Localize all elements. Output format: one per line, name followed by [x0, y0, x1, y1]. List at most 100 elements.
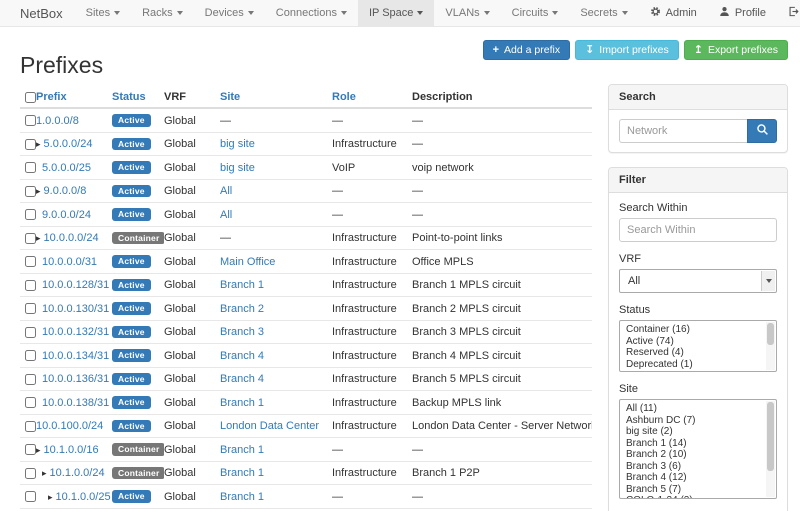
prefix-link[interactable]: 1.0.0.0/8: [36, 115, 79, 127]
prefix-link[interactable]: 9.0.0.0/24: [42, 209, 91, 221]
row-checkbox[interactable]: [25, 233, 36, 244]
nav-item-admin[interactable]: Admin: [639, 0, 708, 26]
site-link[interactable]: London Data Center: [220, 420, 319, 432]
nav-item-logout[interactable]: Log out: [777, 0, 800, 26]
row-checkbox[interactable]: [25, 374, 36, 385]
listbox-option[interactable]: Active (74): [620, 336, 776, 348]
tree-expand-icon: ▸: [36, 445, 41, 455]
prefix-link[interactable]: 10.0.0.132/31: [42, 326, 109, 338]
listbox-option[interactable]: Branch 2 (10): [620, 449, 776, 461]
site-link[interactable]: All: [220, 209, 232, 221]
add-prefix-button[interactable]: + Add a prefix: [483, 40, 570, 60]
filter-label-vrf: VRF: [619, 253, 777, 265]
nav-item-ip-space[interactable]: IP Space: [358, 0, 434, 26]
nav-item-connections[interactable]: Connections: [265, 0, 358, 26]
listbox-option[interactable]: Container (16): [620, 324, 776, 336]
listbox-option[interactable]: COLO-1-24 (2): [620, 495, 776, 499]
site-link[interactable]: Branch 1: [220, 444, 264, 456]
site-link[interactable]: Branch 4: [220, 373, 264, 385]
nav-item-secrets[interactable]: Secrets: [569, 0, 638, 26]
site-link[interactable]: Branch 1: [220, 279, 264, 291]
role-value: Infrastructure: [332, 350, 397, 362]
nav-item-vlans[interactable]: VLANs: [434, 0, 500, 26]
site-listbox[interactable]: All (11)Ashburn DC (7)big site (2)Branch…: [619, 399, 777, 499]
row-checkbox[interactable]: [25, 139, 36, 150]
vrf-select[interactable]: All: [619, 269, 777, 293]
select-all-checkbox[interactable]: [25, 92, 36, 103]
site-link[interactable]: Branch 1: [220, 491, 264, 503]
prefix-link[interactable]: 9.0.0.0/8: [44, 185, 87, 197]
prefix-link[interactable]: 10.0.0.138/31: [42, 397, 109, 409]
listbox-option[interactable]: Ashburn DC (7): [620, 415, 776, 427]
import-prefixes-button[interactable]: ↧ Import prefixes: [575, 40, 679, 60]
site-link[interactable]: Main Office: [220, 256, 275, 268]
listbox-option[interactable]: big site (2): [620, 426, 776, 438]
listbox-option[interactable]: All (11): [620, 403, 776, 415]
column-header-site[interactable]: Site: [220, 91, 240, 103]
row-checkbox[interactable]: [25, 280, 36, 291]
search-input[interactable]: [619, 119, 747, 143]
tree-expand-icon: ▸: [48, 492, 53, 502]
filter-panel-title: Filter: [609, 168, 787, 193]
export-prefixes-button[interactable]: ↥ Export prefixes: [684, 40, 788, 60]
row-checkbox[interactable]: [25, 209, 36, 220]
status-listbox[interactable]: Container (16)Active (74)Reserved (4)Dep…: [619, 320, 777, 372]
nav-item-devices[interactable]: Devices: [194, 0, 265, 26]
prefix-link[interactable]: 10.0.0.0/31: [42, 256, 97, 268]
search-within-input[interactable]: [619, 218, 777, 242]
nav-item-sites[interactable]: Sites: [75, 0, 131, 26]
status-listbox-scrollbar[interactable]: [766, 322, 775, 370]
listbox-option[interactable]: Branch 1 (14): [620, 438, 776, 450]
prefix-link[interactable]: 10.0.0.0/24: [44, 232, 99, 244]
caret-down-icon: [177, 11, 183, 15]
prefix-link[interactable]: 10.0.0.136/31: [42, 373, 109, 385]
prefix-link[interactable]: 10.1.0.0/24: [50, 467, 105, 479]
search-button[interactable]: [747, 119, 777, 143]
listbox-option[interactable]: Branch 4 (12): [620, 472, 776, 484]
row-checkbox[interactable]: [25, 491, 36, 502]
row-checkbox[interactable]: [25, 186, 36, 197]
site-listbox-scrollbar[interactable]: [766, 401, 775, 497]
prefix-link[interactable]: 5.0.0.0/25: [42, 162, 91, 174]
prefix-link[interactable]: 10.1.0.0/25: [56, 491, 111, 503]
nav-item-racks[interactable]: Racks: [131, 0, 194, 26]
row-checkbox[interactable]: [25, 256, 36, 267]
navbar-brand[interactable]: NetBox: [12, 0, 75, 26]
row-checkbox[interactable]: [25, 350, 36, 361]
listbox-option[interactable]: Reserved (4): [620, 347, 776, 359]
site-link[interactable]: Branch 2: [220, 303, 264, 315]
import-icon: ↧: [585, 45, 594, 56]
nav-item-profile[interactable]: Profile: [708, 0, 777, 26]
site-link[interactable]: Branch 1: [220, 397, 264, 409]
site-link[interactable]: Branch 1: [220, 467, 264, 479]
site-link[interactable]: Branch 4: [220, 350, 264, 362]
prefix-link[interactable]: 10.0.0.130/31: [42, 303, 109, 315]
site-link[interactable]: Branch 3: [220, 326, 264, 338]
role-value: Infrastructure: [332, 138, 397, 150]
site-link[interactable]: All: [220, 185, 232, 197]
row-checkbox[interactable]: [25, 421, 36, 432]
prefix-link[interactable]: 10.0.0.128/31: [42, 279, 109, 291]
nav-item-circuits[interactable]: Circuits: [501, 0, 570, 26]
row-checkbox[interactable]: [25, 327, 36, 338]
prefix-link[interactable]: 10.1.0.0/16: [44, 444, 99, 456]
role-value: Infrastructure: [332, 397, 397, 409]
row-checkbox[interactable]: [25, 162, 36, 173]
column-header-role[interactable]: Role: [332, 91, 356, 103]
column-header-status[interactable]: Status: [112, 91, 146, 103]
table-row: 10.0.0.0/31ActiveGlobalMain OfficeInfras…: [20, 250, 592, 274]
site-link[interactable]: big site: [220, 138, 255, 150]
prefix-link[interactable]: 10.0.0.134/31: [42, 350, 109, 362]
row-checkbox[interactable]: [25, 444, 36, 455]
listbox-option[interactable]: Branch 5 (7): [620, 484, 776, 496]
listbox-option[interactable]: Deprecated (1): [620, 359, 776, 371]
row-checkbox[interactable]: [25, 468, 36, 479]
row-checkbox[interactable]: [25, 397, 36, 408]
row-checkbox[interactable]: [25, 303, 36, 314]
prefix-link[interactable]: 5.0.0.0/24: [44, 138, 93, 150]
prefix-link[interactable]: 10.0.100.0/24: [36, 420, 103, 432]
column-header-prefix[interactable]: Prefix: [36, 91, 67, 103]
site-link[interactable]: big site: [220, 162, 255, 174]
listbox-option[interactable]: Branch 3 (6): [620, 461, 776, 473]
row-checkbox[interactable]: [25, 115, 36, 126]
